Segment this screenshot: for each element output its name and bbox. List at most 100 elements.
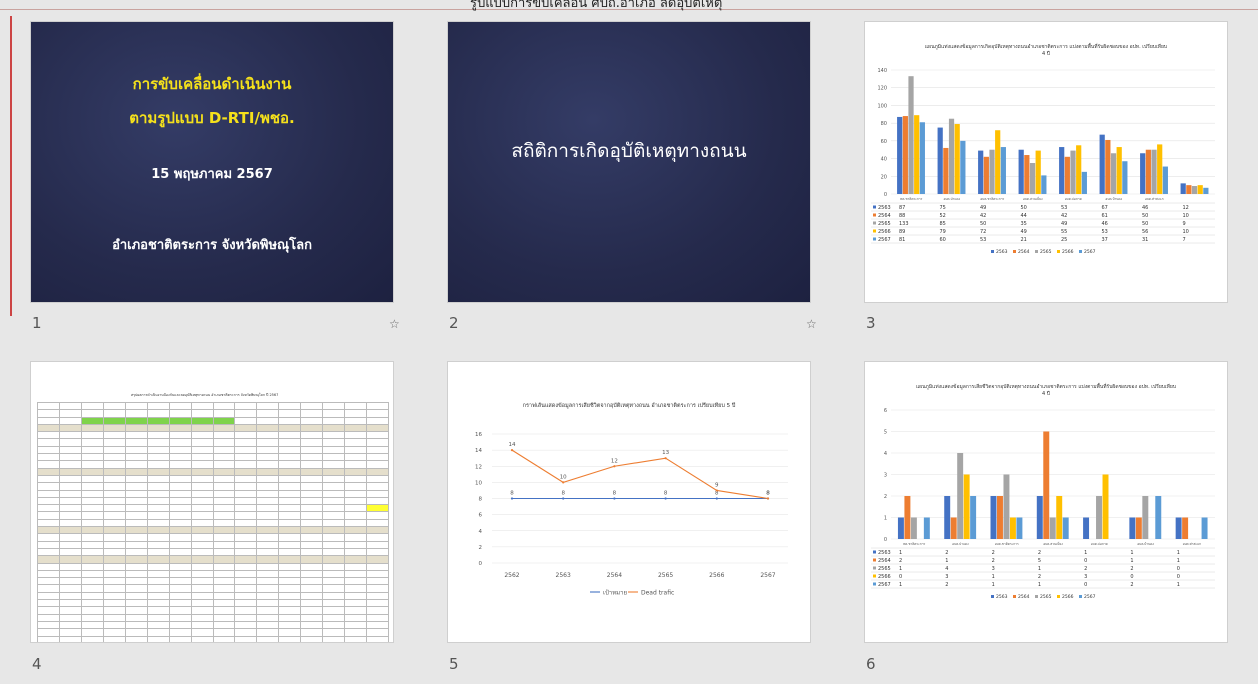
table-cell xyxy=(58,613,82,622)
table-cell xyxy=(366,628,389,637)
table-row xyxy=(37,555,389,564)
table-cell xyxy=(102,423,126,433)
table-cell xyxy=(366,496,389,506)
table-cell xyxy=(168,431,192,440)
table-cell xyxy=(124,482,148,491)
table-cell xyxy=(80,409,104,418)
table-series-label: 2567 xyxy=(878,237,891,243)
star-transition-icon[interactable]: ☆ xyxy=(806,317,817,331)
table-cell xyxy=(102,598,126,608)
table-cell xyxy=(168,453,192,462)
bar xyxy=(923,517,930,539)
bar xyxy=(963,474,970,539)
table-cell xyxy=(37,423,60,433)
table-cell xyxy=(190,423,214,433)
slide-thumbnail-3[interactable]: แผนภูมิแท่งแสดงข้อมูลการเกิดอุบัติเหตุทา… xyxy=(865,22,1227,302)
table-cell-value: 50 xyxy=(1142,213,1148,219)
table-cell xyxy=(168,555,192,564)
table-cell xyxy=(37,496,60,506)
table-cell-value: 52 xyxy=(940,213,946,219)
slide-thumbnail-2[interactable]: สถิติการเกิดอุบัติเหตุทางถนน xyxy=(448,22,810,302)
table-cell xyxy=(37,445,60,455)
table-cell xyxy=(278,591,302,601)
bar xyxy=(1076,145,1082,194)
table-cell xyxy=(102,526,126,535)
table-cell xyxy=(58,453,82,462)
table-cell xyxy=(256,423,280,433)
table-cell xyxy=(124,635,148,642)
data-label: 12 xyxy=(611,458,618,464)
table-cell-value: 37 xyxy=(1102,237,1108,243)
y-tick-label: 8 xyxy=(479,497,483,503)
table-cell xyxy=(80,453,104,462)
table-cell xyxy=(300,518,324,528)
table-cell xyxy=(212,438,236,447)
table-cell xyxy=(80,401,104,411)
table-cell-value: 3 xyxy=(945,574,948,580)
table-cell xyxy=(146,474,170,484)
table-cell xyxy=(300,547,324,557)
table-cell-value: 1 xyxy=(899,566,902,572)
table-cell xyxy=(278,489,302,498)
table-cell-value: 44 xyxy=(1021,213,1027,219)
table-row xyxy=(37,518,389,528)
table-cell xyxy=(366,511,389,520)
table-cell xyxy=(322,620,346,630)
table-cell xyxy=(124,547,148,557)
table-cell xyxy=(80,438,104,447)
x-category-label: ทต.ชาติตระการ xyxy=(903,542,925,546)
table-cell xyxy=(168,423,192,433)
table-cell xyxy=(300,445,324,455)
table-row xyxy=(37,562,389,571)
table-cell xyxy=(344,431,368,440)
table-cell xyxy=(37,620,60,630)
x-category-label: อบต.ท่าสะแก xyxy=(1145,197,1164,201)
legend-label: 2563 xyxy=(996,249,1008,255)
table-cell xyxy=(124,489,148,498)
table-cell xyxy=(256,577,280,586)
table-cell xyxy=(124,620,148,630)
table-cell xyxy=(322,431,346,440)
table-cell xyxy=(80,482,104,491)
table-cell xyxy=(37,584,60,593)
bar xyxy=(1155,496,1162,539)
table-cell xyxy=(146,577,170,586)
table-cell xyxy=(366,526,389,535)
table-cell xyxy=(58,547,82,557)
table-cell xyxy=(300,526,324,535)
table-cell xyxy=(212,533,236,542)
table-cell xyxy=(146,409,170,418)
slide-thumbnail-4[interactable]: สรุปผลการดำเนินงานป้องกันและลดอุบัติเหตุ… xyxy=(31,362,393,642)
legend-key xyxy=(1013,595,1016,598)
table-cell xyxy=(256,518,280,528)
table-cell xyxy=(322,606,346,615)
y-tick-label: 16 xyxy=(475,432,482,438)
slide-thumbnail-6[interactable]: แผนภูมิแท่งแสดงข้อมูลการเสียชีวิตจากอุบั… xyxy=(865,362,1227,642)
table-cell xyxy=(58,584,82,593)
table-cell xyxy=(300,474,324,484)
table-cell xyxy=(322,482,346,491)
table-cell xyxy=(124,533,148,542)
table-cell xyxy=(168,635,192,642)
slide-thumbnail-5[interactable]: กราฟเส้นแสดงข้อมูลการเสียชีวิตจากอุบัติเ… xyxy=(448,362,810,642)
y-tick-label: 4 xyxy=(884,451,887,457)
table-cell xyxy=(344,518,368,528)
table-cell xyxy=(124,518,148,528)
data-label: 10 xyxy=(560,474,567,480)
table-cell xyxy=(344,445,368,455)
table-cell xyxy=(234,401,258,411)
table-cell xyxy=(322,628,346,637)
table-cell xyxy=(256,613,280,622)
data-point xyxy=(664,497,667,500)
star-transition-icon[interactable]: ☆ xyxy=(389,317,400,331)
table-cell-value: 53 xyxy=(1061,205,1067,211)
table-cell xyxy=(124,511,148,520)
table-cell xyxy=(300,504,324,513)
slide-thumbnail-1[interactable]: การขับเคลื่อนดำเนินงาน ตามรูปแบบ D-RTI/พ… xyxy=(31,22,393,302)
table-cell xyxy=(124,598,148,608)
table-cell xyxy=(37,591,60,601)
table-cell-value: 81 xyxy=(899,237,905,243)
table-cell xyxy=(322,489,346,498)
table-cell xyxy=(366,635,389,642)
table-cell xyxy=(256,533,280,542)
